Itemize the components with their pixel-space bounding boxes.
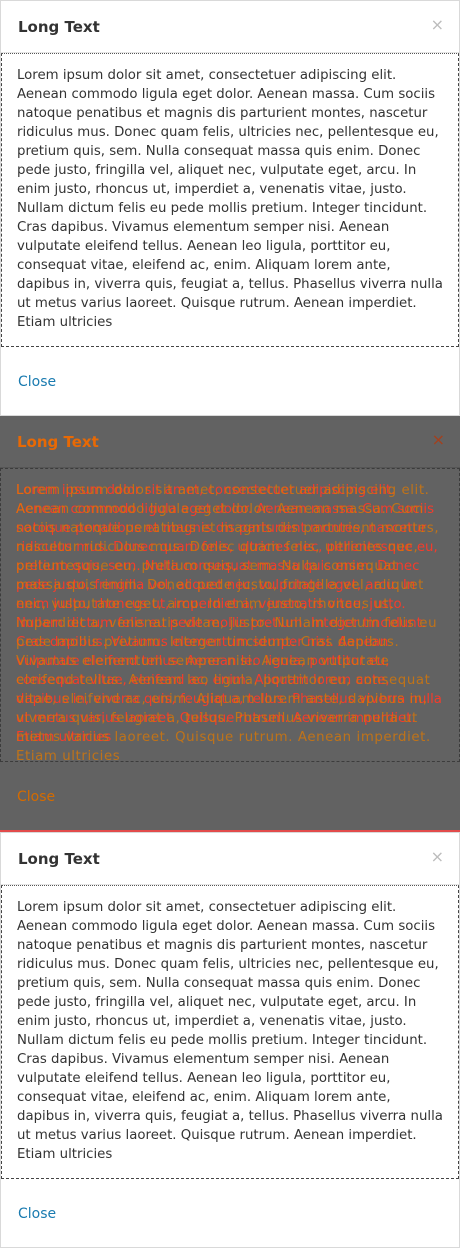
modal-header: Long Text × [0,416,460,468]
modal-body-text-red: Lorem ipsum dolor sit amet, consectetuer… [16,483,442,745]
close-button[interactable]: Close [18,374,56,390]
modal-footer: Close [1,347,459,415]
modal-body-text: Lorem ipsum dolor sit amet, consectetuer… [0,468,460,764]
modal-middle-overlay: Long Text × Lorem ipsum dolor sit amet, … [0,416,460,832]
modal-title: Long Text [17,433,99,451]
modal-title: Long Text [18,18,100,36]
close-icon[interactable]: × [431,849,444,865]
close-icon[interactable]: × [432,432,445,448]
modal-bottom: Long Text × Lorem ipsum dolor sit amet, … [0,832,460,1248]
modal-footer: Close [0,762,460,830]
modal-title: Long Text [18,850,100,868]
modal-top: Long Text × Lorem ipsum dolor sit amet, … [0,0,460,416]
close-icon[interactable]: × [431,17,444,33]
modal-header: Long Text × [1,1,459,53]
close-button[interactable]: Close [18,1206,56,1222]
modal-footer: Close [1,1179,459,1247]
modal-body-text: Lorem ipsum dolor sit amet, consectetuer… [1,53,459,347]
close-button[interactable]: Close [17,789,55,805]
modal-header: Long Text × [1,833,459,885]
modal-body-text: Lorem ipsum dolor sit amet, consectetuer… [1,885,459,1179]
